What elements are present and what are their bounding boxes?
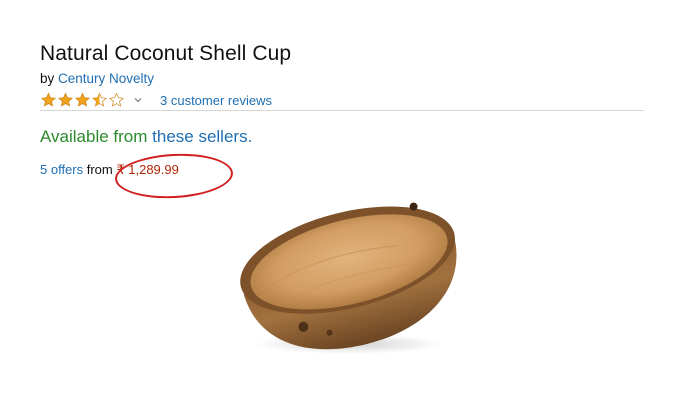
star-rating[interactable] [40, 92, 125, 108]
star-icon [41, 92, 56, 107]
price-highlight-circle [113, 150, 235, 202]
offers-from-text: from [83, 162, 117, 177]
sellers-link[interactable]: these sellers. [152, 127, 252, 146]
byline-prefix: by [40, 71, 59, 86]
divider [40, 110, 644, 111]
availability: Available from these sellers. [40, 127, 252, 147]
star-icon [75, 92, 90, 107]
star-empty-icon [109, 92, 124, 107]
availability-text: Available from [40, 127, 153, 146]
byline: by Century Novelty [40, 71, 154, 86]
chevron-down-icon[interactable] [133, 95, 143, 105]
brand-link[interactable]: Century Novelty [58, 71, 154, 86]
star-half-icon [92, 92, 107, 107]
customer-reviews-link[interactable]: 3 customer reviews [160, 93, 272, 108]
star-icon [58, 92, 73, 107]
product-title: Natural Coconut Shell Cup [40, 42, 292, 65]
offers-link[interactable]: 5 offers [40, 162, 83, 177]
product-image [240, 202, 457, 354]
rating-row: 3 customer reviews [40, 91, 272, 109]
product-page: Natural Coconut Shell Cup by Century Nov… [0, 0, 700, 400]
